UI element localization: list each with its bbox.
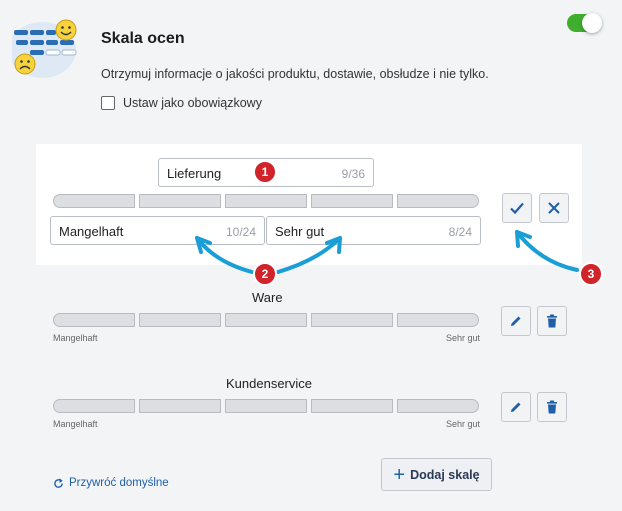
scale-segment — [139, 399, 221, 413]
restore-defaults-label: Przywróć domyślne — [69, 477, 169, 489]
page-description: Otrzymuj informacje o jakości produktu, … — [101, 67, 489, 81]
restore-defaults-link[interactable]: Przywróć domyślne — [53, 477, 169, 489]
annotation-badge-3: 3 — [579, 262, 603, 286]
required-checkbox[interactable] — [101, 96, 115, 110]
scale-title: Kundenservice — [226, 376, 312, 391]
scale-low-label: Mangelhaft — [53, 419, 98, 429]
scale-segment — [311, 313, 393, 327]
enable-toggle[interactable] — [567, 13, 602, 33]
scale-title-value: Lieferung — [167, 166, 222, 181]
add-scale-button[interactable]: + Dodaj skalę — [381, 458, 492, 491]
plus-icon: + — [393, 463, 406, 486]
scale-segment — [139, 313, 221, 327]
edit-button[interactable] — [501, 392, 531, 422]
pencil-icon — [511, 316, 521, 326]
high-label-input[interactable]: Sehr gut 8/24 — [266, 216, 481, 245]
page-title: Skala ocen — [101, 30, 185, 47]
toggle-knob — [582, 13, 602, 33]
scale-bar — [53, 399, 479, 413]
refresh-icon — [54, 477, 63, 488]
scale-segment — [397, 399, 479, 413]
trash-icon — [547, 314, 557, 328]
annotation-badge-1: 1 — [253, 160, 277, 184]
scale-segment — [225, 194, 307, 208]
scale-segment — [311, 194, 393, 208]
delete-button[interactable] — [537, 392, 567, 422]
scale-title-count: 9/36 — [341, 167, 365, 181]
scale-high-label: Sehr gut — [446, 419, 481, 429]
scale-segment — [397, 194, 479, 208]
add-scale-label: Dodaj skalę — [410, 467, 480, 482]
scale-high-label: Sehr gut — [446, 333, 481, 343]
low-label-value: Mangelhaft — [59, 224, 124, 239]
delete-button[interactable] — [537, 306, 567, 336]
scale-low-label: Mangelhaft — [53, 333, 98, 343]
scale-segment — [311, 399, 393, 413]
edit-button[interactable] — [501, 306, 531, 336]
annotation-badge-2: 2 — [253, 262, 277, 286]
high-label-value: Sehr gut — [275, 224, 325, 239]
scale-title: Ware — [252, 290, 283, 305]
scale-segment — [53, 313, 135, 327]
cancel-button[interactable] — [539, 193, 569, 223]
scale-segment — [397, 313, 479, 327]
scale-segment — [53, 399, 135, 413]
scale-segment — [225, 399, 307, 413]
check-icon — [510, 202, 524, 215]
scale-segment — [139, 194, 221, 208]
scale-segment — [53, 194, 135, 208]
confirm-button[interactable] — [502, 193, 532, 223]
scale-bar — [53, 313, 479, 327]
high-label-count: 8/24 — [448, 225, 472, 239]
close-icon — [548, 202, 560, 214]
required-label: Ustaw jako obowiązkowy — [123, 96, 262, 110]
required-checkbox-row[interactable]: Ustaw jako obowiązkowy — [101, 96, 262, 110]
low-label-input[interactable]: Mangelhaft 10/24 — [50, 216, 265, 245]
scale-segment — [225, 313, 307, 327]
trash-icon — [547, 400, 557, 414]
low-label-count: 10/24 — [225, 225, 256, 239]
edit-scale-bar — [53, 194, 479, 208]
rating-scale-logo-icon — [8, 14, 82, 78]
pencil-icon — [511, 402, 521, 412]
